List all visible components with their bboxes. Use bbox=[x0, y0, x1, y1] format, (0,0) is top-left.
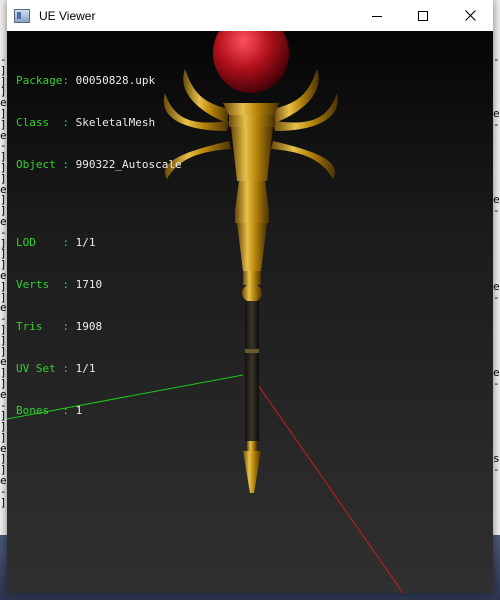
lod-value: 1/1 bbox=[75, 236, 96, 249]
gold-crown bbox=[223, 103, 279, 115]
red-gem bbox=[213, 31, 289, 93]
app-icon[interactable] bbox=[14, 8, 30, 23]
mesh-info-overlay: Package: 00050828.upk Class : SkeletalMe… bbox=[16, 46, 182, 446]
window-title: UE Viewer bbox=[39, 8, 96, 23]
maximize-button[interactable] bbox=[400, 0, 446, 31]
tris-label: Tris : bbox=[16, 320, 76, 333]
lod-label: LOD : bbox=[16, 236, 76, 249]
verts-value: 1710 bbox=[75, 278, 103, 291]
gold-spike bbox=[243, 451, 261, 493]
object-label: Object : bbox=[16, 158, 76, 171]
package-value: 00050828.upk bbox=[75, 74, 156, 87]
package-label: Package: bbox=[16, 74, 76, 87]
bones-label: Bones : bbox=[16, 404, 76, 417]
background-console-right-text: - e - e - e - e - s - bbox=[493, 55, 500, 477]
title-bar[interactable]: UE Viewer bbox=[7, 0, 493, 31]
uvset-label: UV Set : bbox=[16, 362, 76, 375]
minimize-icon bbox=[372, 15, 382, 17]
class-label: Class : bbox=[16, 116, 76, 129]
staff-shaft bbox=[245, 301, 259, 441]
maximize-icon bbox=[418, 10, 428, 21]
object-value: 990322_Autoscale bbox=[75, 158, 182, 171]
class-value: SkeletalMesh bbox=[75, 116, 156, 129]
close-icon bbox=[464, 10, 476, 21]
close-button[interactable] bbox=[447, 0, 493, 31]
ue-viewer-window: UE Viewer Package: 00050828.upk Class: … bbox=[7, 0, 493, 593]
red-axis-line bbox=[250, 374, 404, 593]
bones-value: 1 bbox=[75, 404, 83, 417]
minimize-button[interactable] bbox=[354, 0, 400, 31]
uvset-value: 1/1 bbox=[75, 362, 96, 375]
verts-label: Verts : bbox=[16, 278, 76, 291]
tris-value: 1908 bbox=[75, 320, 103, 333]
3d-viewport[interactable]: Package: 00050828.upk Class : SkeletalMe… bbox=[7, 31, 493, 593]
